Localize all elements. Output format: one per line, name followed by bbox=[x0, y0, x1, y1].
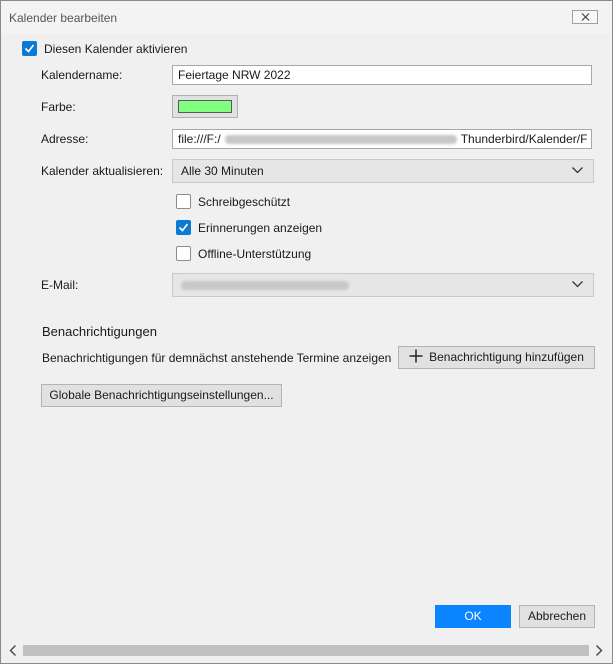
notifications-heading: Benachrichtigungen bbox=[42, 324, 157, 339]
address-prefix: file:///F:/ bbox=[178, 132, 221, 146]
global-notification-settings-button[interactable]: Globale Benachrichtigungseinstellungen..… bbox=[41, 384, 282, 407]
offline-support-checkbox[interactable] bbox=[176, 246, 191, 261]
scroll-left-icon[interactable] bbox=[9, 645, 17, 656]
cancel-button[interactable]: Abbrechen bbox=[519, 605, 595, 628]
address-input[interactable]: file:///F:/ Thunderbird/Kalender/F bbox=[172, 129, 592, 149]
chevron-down-icon bbox=[572, 281, 583, 288]
ok-button[interactable]: OK bbox=[435, 605, 511, 628]
scrollbar-thumb[interactable] bbox=[23, 645, 589, 656]
calendar-name-input[interactable]: Feiertage NRW 2022 bbox=[172, 65, 592, 85]
checkmark-icon bbox=[178, 223, 189, 232]
horizontal-scrollbar[interactable] bbox=[5, 642, 609, 659]
redacted-email bbox=[181, 281, 349, 291]
email-select[interactable] bbox=[172, 273, 594, 297]
color-swatch bbox=[178, 100, 232, 113]
calendar-name-label: Kalendername: bbox=[41, 68, 123, 82]
redacted-path bbox=[224, 135, 457, 145]
color-label: Farbe: bbox=[41, 100, 76, 114]
readonly-label: Schreibgeschützt bbox=[198, 195, 291, 209]
title-bar: Kalender bearbeiten bbox=[1, 1, 612, 34]
scroll-right-icon[interactable] bbox=[595, 645, 603, 656]
dialog-window: Kalender bearbeiten Diesen Kalender akti… bbox=[0, 0, 613, 664]
color-picker-button[interactable] bbox=[172, 95, 238, 118]
address-suffix: Thunderbird/Kalender/F bbox=[460, 132, 588, 146]
notifications-description: Benachrichtigungen für demnächst anstehe… bbox=[42, 351, 392, 365]
enable-calendar-checkbox[interactable] bbox=[22, 41, 37, 56]
add-notification-button[interactable]: Benachrichtigung hinzufügen bbox=[398, 346, 595, 369]
refresh-interval-value: Alle 30 Minuten bbox=[181, 164, 264, 178]
readonly-checkbox[interactable] bbox=[176, 194, 191, 209]
chevron-down-icon bbox=[572, 167, 583, 174]
add-notification-label: Benachrichtigung hinzufügen bbox=[429, 350, 584, 364]
refresh-interval-select[interactable]: Alle 30 Minuten bbox=[172, 159, 594, 183]
checkmark-icon bbox=[24, 44, 35, 53]
offline-support-label: Offline-Unterstützung bbox=[198, 247, 312, 261]
show-reminders-checkbox[interactable] bbox=[176, 220, 191, 235]
window-title: Kalender bearbeiten bbox=[9, 11, 118, 25]
enable-calendar-label: Diesen Kalender aktivieren bbox=[44, 42, 188, 56]
close-icon bbox=[581, 13, 590, 21]
address-label: Adresse: bbox=[41, 132, 89, 146]
plus-icon bbox=[409, 349, 423, 363]
email-label: E-Mail: bbox=[41, 278, 79, 292]
show-reminders-label: Erinnerungen anzeigen bbox=[198, 221, 323, 235]
refresh-label: Kalender aktualisieren: bbox=[41, 164, 164, 178]
close-button[interactable] bbox=[572, 10, 598, 24]
